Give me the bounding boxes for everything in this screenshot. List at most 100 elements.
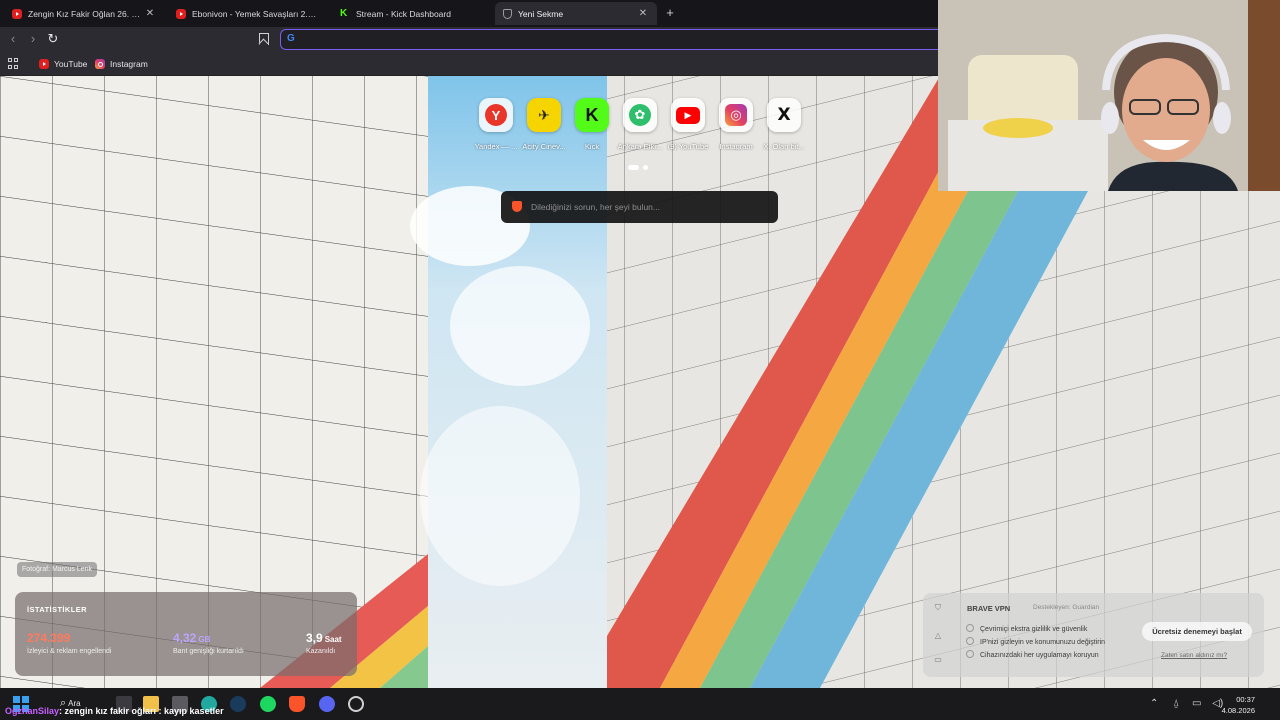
youtube-icon bbox=[39, 59, 49, 69]
kick-icon: K bbox=[585, 104, 599, 125]
top-site-x[interactable]: X X. Olan bit... bbox=[760, 98, 808, 151]
vpn-feature: Cihazınızdaki her uygulamayı koruyun bbox=[966, 650, 1099, 659]
acity-icon: ✈ bbox=[538, 106, 550, 123]
stat-unit: Saat bbox=[324, 635, 342, 644]
bookmark-label: YouTube bbox=[54, 59, 88, 69]
search-box[interactable] bbox=[501, 191, 778, 223]
youtube-icon bbox=[176, 8, 186, 19]
apps-grid-icon[interactable] bbox=[8, 58, 19, 69]
youtube-icon bbox=[12, 8, 22, 19]
microphone-icon[interactable]: ⍙ bbox=[1173, 698, 1179, 709]
stream-caption: OgzhanSilay: zengin kız fakir oğları : k… bbox=[5, 706, 224, 716]
stats-heading: İSTATİSTİKLER bbox=[27, 605, 87, 614]
close-tab-icon[interactable]: ✕ bbox=[637, 8, 649, 19]
tab-strip: Zengin Kız Fakir Oğlan 26. Bölüm ✕ Eboni… bbox=[0, 0, 938, 27]
address-bar[interactable]: G bbox=[280, 29, 938, 50]
already-purchased-link[interactable]: Zaten satın aldınız mı? bbox=[1161, 652, 1227, 659]
bookmark-icon[interactable] bbox=[257, 32, 269, 46]
new-tab-button[interactable]: + bbox=[663, 5, 677, 21]
url-input[interactable] bbox=[301, 32, 921, 47]
chevron-up-icon[interactable]: ⌃ bbox=[1150, 698, 1158, 709]
brave-shield-icon bbox=[503, 8, 512, 19]
stat-value: 4,32 GB bbox=[173, 631, 211, 645]
youtube-icon: ▶ bbox=[676, 106, 700, 124]
shield-icon[interactable]: ⛉ bbox=[933, 603, 943, 613]
x-icon: X bbox=[777, 105, 791, 125]
stat-bandwidth-saved: 4,32 GB Bant genişliği kurtarıldı bbox=[173, 631, 244, 655]
vpn-title: BRAVE VPN bbox=[967, 604, 1011, 613]
tab-title: Zengin Kız Fakir Oğlan 26. Bölüm bbox=[28, 8, 140, 19]
back-button[interactable]: ‹ bbox=[5, 31, 21, 47]
stat-value: 274.399 bbox=[27, 631, 71, 645]
obs-icon[interactable] bbox=[348, 696, 364, 712]
top-sites-pager[interactable] bbox=[628, 165, 652, 171]
system-tray[interactable]: ⌃ ⍙ ▭ ◁) bbox=[1150, 698, 1223, 709]
top-site-ankara-etki[interactable]: ✿ Ankara Etki... bbox=[616, 98, 664, 151]
webcam-overlay bbox=[938, 0, 1280, 191]
clock-date: 4.08.2026 bbox=[1221, 706, 1255, 715]
reload-button[interactable]: ↻ bbox=[45, 31, 61, 47]
bookmark-youtube[interactable]: YouTube bbox=[39, 57, 87, 71]
yandex-icon: Y bbox=[485, 104, 507, 126]
stats-widget: İSTATİSTİKLER 274.399 İzleyici & reklam … bbox=[15, 592, 357, 676]
stat-caption: İzleyici & reklam engellendi bbox=[27, 648, 112, 655]
display-icon[interactable]: ▭ bbox=[1192, 698, 1201, 709]
brave-icon[interactable] bbox=[289, 696, 305, 712]
top-site-label: Yandex — ... bbox=[474, 142, 518, 151]
top-site-acity[interactable]: ✈ Acity Cinev... bbox=[520, 98, 568, 151]
top-site-kick[interactable]: K Kick bbox=[568, 98, 616, 151]
tab-kick-dashboard[interactable]: K Stream - Kick Dashboard bbox=[332, 2, 492, 25]
search-input[interactable] bbox=[531, 199, 767, 215]
top-site-label: Acity Cinev... bbox=[522, 142, 566, 151]
tab-title: Yeni Sekme bbox=[518, 8, 564, 19]
tab-title: Stream - Kick Dashboard bbox=[356, 8, 451, 19]
stat-caption: Kazanıldı bbox=[306, 648, 336, 655]
top-site-label: Instagram bbox=[719, 142, 753, 151]
taskbar: Ara OgzhanSilay: zengin kız fakir oğları… bbox=[0, 688, 1280, 720]
kick-icon: K bbox=[340, 7, 348, 19]
browser-toolbar: ‹ › ↻ G bbox=[0, 27, 938, 53]
stat-time-saved: 3,9 Saat Kazanıldı bbox=[306, 631, 342, 655]
photo-credit[interactable]: Fotoğraf: Marcus Lenk bbox=[17, 562, 98, 577]
ankara-etki-icon: ✿ bbox=[629, 104, 651, 126]
caption-user: OgzhanSilay bbox=[5, 706, 60, 716]
caption-message: : zengin kız fakir oğları : kayıp kasetl… bbox=[59, 706, 224, 716]
tab-zengin-kiz[interactable]: Zengin Kız Fakir Oğlan 26. Bölüm ✕ bbox=[4, 2, 164, 25]
stat-value: 3,9 Saat bbox=[306, 631, 342, 645]
vpn-widget: ⛉ △ ▭ BRAVE VPN Destekleyen: Guardian Çe… bbox=[923, 593, 1264, 677]
stat-trackers-blocked: 274.399 İzleyici & reklam engellendi bbox=[27, 631, 111, 655]
bookmark-label: Instagram bbox=[110, 59, 148, 69]
tab-title: Ebonivon - Yemek Savaşları 2.Sezon - bbox=[192, 8, 320, 19]
instagram-icon bbox=[95, 59, 105, 69]
spotify-icon[interactable] bbox=[260, 696, 276, 712]
vpn-feature: IP'nizi gizleyin ve konumunuzu değiştiri… bbox=[966, 637, 1105, 646]
forward-button[interactable]: › bbox=[25, 31, 41, 47]
card-icon[interactable]: ▭ bbox=[933, 655, 943, 665]
brave-lion-icon bbox=[512, 201, 522, 212]
tab-ebonivon[interactable]: Ebonivon - Yemek Savaşları 2.Sezon - bbox=[168, 2, 328, 25]
vpn-powered-by: Destekleyen: Guardian bbox=[1033, 604, 1100, 611]
bookmarks-bar: YouTube Instagram bbox=[0, 53, 938, 76]
top-site-label: Ankara Etki... bbox=[617, 142, 663, 151]
bookmark-instagram[interactable]: Instagram bbox=[95, 57, 148, 71]
top-site-label: (9) YouTube bbox=[667, 142, 709, 151]
start-free-trial-button[interactable]: Ücretsiz denemeyi başlat bbox=[1142, 622, 1252, 641]
google-icon: G bbox=[287, 33, 295, 44]
clock-time: 00:37 bbox=[1236, 695, 1255, 704]
top-site-yandex[interactable]: Y Yandex — ... bbox=[472, 98, 520, 151]
top-site-youtube[interactable]: ▶ (9) YouTube bbox=[664, 98, 712, 151]
instagram-icon: ◎ bbox=[725, 104, 747, 126]
clock[interactable]: 00:37 4.08.2026 bbox=[1222, 694, 1255, 716]
discord-icon[interactable] bbox=[319, 696, 335, 712]
vpn-feature: Çevrimiçi ekstra gizlilik ve güvenlik bbox=[966, 624, 1087, 633]
tab-yeni-sekme[interactable]: Yeni Sekme ✕ bbox=[495, 2, 657, 25]
screen: Zengin Kız Fakir Oğlan 26. Bölüm ✕ Eboni… bbox=[0, 0, 1280, 720]
warning-icon[interactable]: △ bbox=[933, 631, 943, 641]
stat-caption: Bant genişliği kurtarıldı bbox=[173, 648, 244, 655]
top-site-label: X. Olan bit... bbox=[763, 142, 805, 151]
stat-unit: GB bbox=[198, 635, 211, 644]
top-site-label: Kick bbox=[584, 142, 600, 151]
steam-icon[interactable] bbox=[230, 696, 246, 712]
close-tab-icon[interactable]: ✕ bbox=[144, 8, 156, 19]
top-site-instagram[interactable]: ◎ Instagram bbox=[712, 98, 760, 151]
